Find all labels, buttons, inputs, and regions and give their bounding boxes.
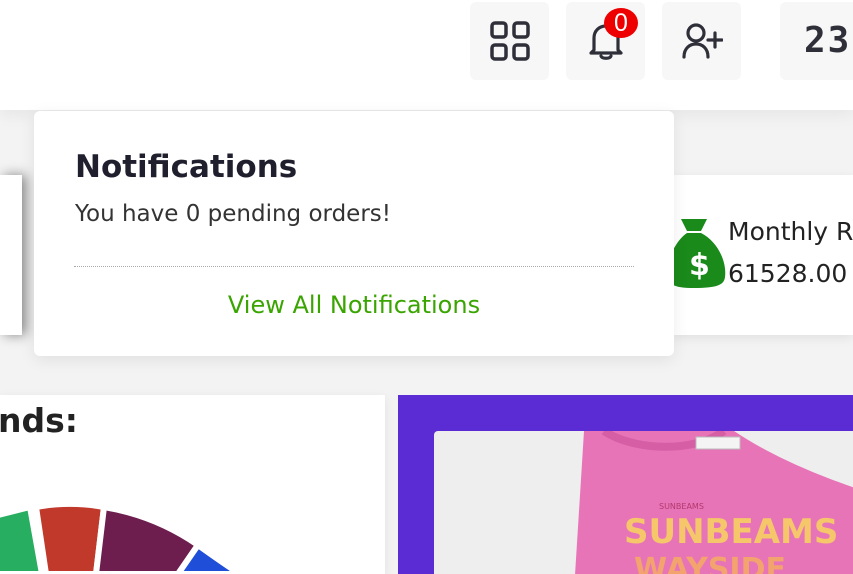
trends-card: nds: [0,395,385,574]
notifications-title: Notifications [75,149,298,185]
apps-grid-button[interactable] [470,2,549,80]
tshirt-print-text-2: WAYSIDE [634,552,786,574]
view-all-notifications-link[interactable]: View All Notifications [34,291,674,319]
monthly-revenue-card: $ Monthly R 61528.00 [673,175,853,335]
notifications-message: You have 0 pending orders! [75,201,391,227]
header-button-text: 23 [804,20,852,61]
notifications-dropdown: Notifications You have 0 pending orders!… [34,111,674,356]
header-button[interactable]: 23 [780,2,853,80]
stat-value: 61528.00 [728,259,848,288]
divider [74,266,634,267]
top-navbar: 23 [0,0,853,110]
add-user-button[interactable] [662,2,741,80]
tshirt-print-text: SUNBEAMS [624,512,838,552]
tshirt-image: SUNBEAMS SUNBEAMS WAYSIDE [575,431,853,574]
money-bag-icon: $ [673,219,726,288]
svg-text:$: $ [689,248,710,283]
product-image[interactable]: SUNBEAMS SUNBEAMS WAYSIDE [434,431,853,574]
svg-text:SUNBEAMS: SUNBEAMS [659,502,704,511]
user-plus-icon [681,23,723,59]
promo-banner: SUNBEAMS SUNBEAMS WAYSIDE [398,395,853,574]
stat-label: Monthly R [728,217,853,246]
trends-donut-chart [0,501,246,574]
stat-card-edge [0,175,22,335]
notification-count-badge: 0 [604,8,638,38]
grid-icon [489,21,530,61]
donut-segment-red [32,501,108,574]
